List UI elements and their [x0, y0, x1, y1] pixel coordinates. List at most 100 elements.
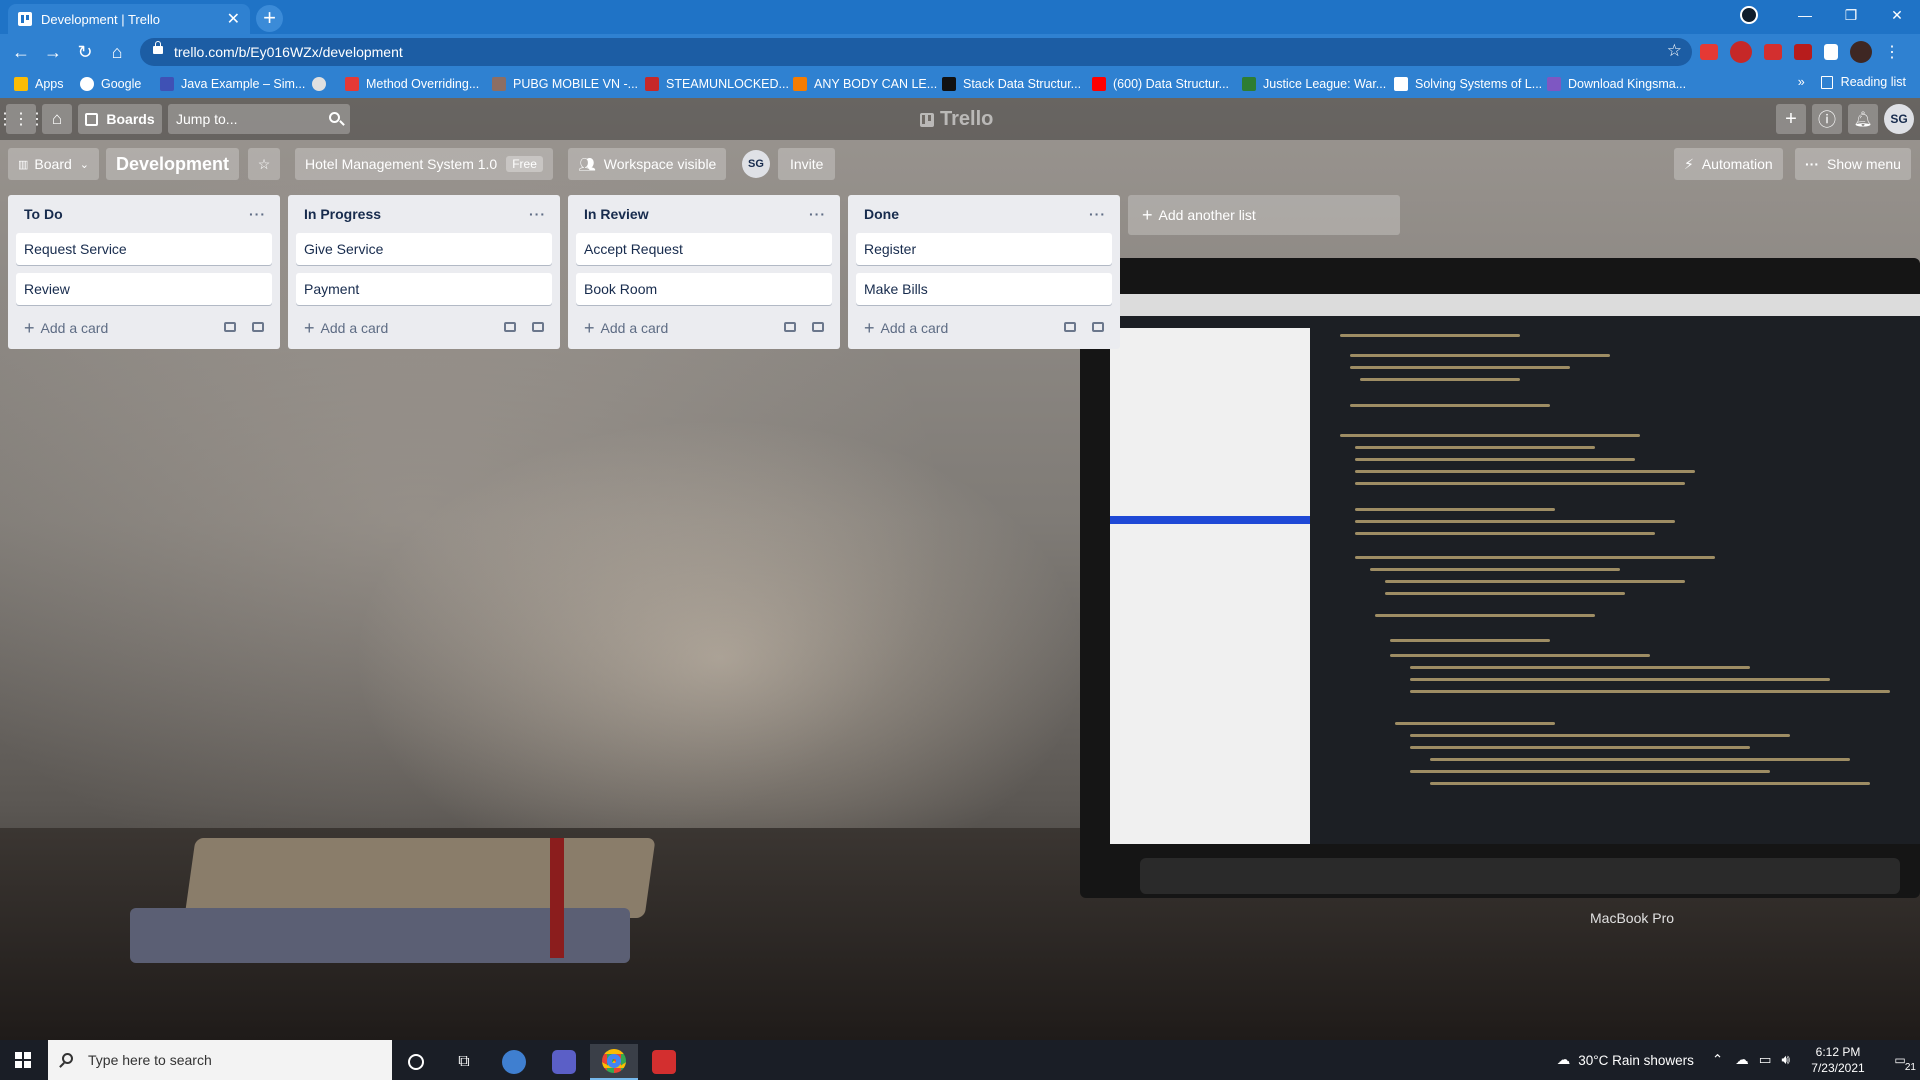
list-header[interactable]: To Do ··· [16, 195, 272, 233]
weather-text[interactable]: 30°C Rain showers [1578, 1053, 1694, 1068]
add-card-button[interactable]: + Add a card [16, 313, 272, 343]
visibility-button[interactable]: 👥︎ Workspace visible [568, 148, 727, 180]
forward-arrow-icon[interactable]: → [40, 39, 66, 65]
create-from-template-icon[interactable] [812, 322, 824, 332]
browser-tab-active[interactable]: Development | Trello ✕ [8, 4, 250, 34]
extension-icon[interactable] [1794, 44, 1812, 60]
card-template-icon[interactable] [504, 322, 516, 332]
card[interactable]: Payment [296, 273, 552, 305]
invite-button[interactable]: Invite [778, 148, 836, 180]
bookmark-any-body-can-learn[interactable]: ANY BODY CAN LE... [793, 75, 937, 93]
extension-icon[interactable] [1764, 44, 1782, 60]
avatar[interactable] [1850, 41, 1872, 63]
chevron-up-icon[interactable]: ⌃ [1712, 1052, 1723, 1068]
onedrive-cloud-icon[interactable]: ☁︎ [1735, 1052, 1749, 1068]
list-menu-icon[interactable]: ··· [249, 206, 266, 222]
create-button[interactable]: + [1776, 104, 1806, 134]
bookmark-steamunlocked[interactable]: STEAMUNLOCKED... [645, 75, 789, 93]
card[interactable]: Make Bills [856, 273, 1112, 305]
bookmark-justice-league[interactable]: Justice League: War... [1242, 75, 1386, 93]
bookmark-apps[interactable]: Apps [14, 75, 64, 93]
card[interactable]: Book Room [576, 273, 832, 305]
extension-icon[interactable] [1700, 44, 1718, 60]
network-icon[interactable]: ▭ [1759, 1052, 1772, 1068]
bookmark-youtube-data-structure[interactable]: (600) Data Structur... [1092, 75, 1229, 93]
bookmark-method-overriding[interactable]: Method Overriding... [345, 75, 479, 93]
taskbar-search-input[interactable]: Type here to search [48, 1040, 392, 1080]
add-card-button[interactable]: + Add a card [576, 313, 832, 343]
chrome-taskbar-button[interactable] [590, 1044, 638, 1080]
taskbar-app-button[interactable] [490, 1044, 538, 1080]
more-vertical-icon[interactable]: ⋮ [1884, 42, 1900, 62]
list-header[interactable]: In Progress ··· [296, 195, 552, 233]
bookmark-solving-systems[interactable]: Solving Systems of L... [1394, 75, 1542, 93]
list-menu-icon[interactable]: ··· [809, 206, 826, 222]
bookmark-star-icon[interactable]: ☆ [1667, 41, 1682, 61]
new-tab-button[interactable]: + [256, 5, 283, 32]
create-from-template-icon[interactable] [252, 322, 264, 332]
info-button[interactable]: ⓘ [1812, 104, 1842, 134]
tab-close-icon[interactable]: ✕ [227, 9, 240, 29]
jump-to-search[interactable]: Jump to... [168, 104, 350, 134]
taskbar-app-button[interactable] [640, 1044, 688, 1080]
card-template-icon[interactable] [1064, 322, 1076, 332]
card[interactable]: Accept Request [576, 233, 832, 265]
restore-button[interactable]: ❐ [1828, 7, 1874, 24]
url-field[interactable]: trello.com/b/Ey016WZx/development ☆ [140, 38, 1692, 66]
bookmark-google[interactable]: Google [80, 75, 141, 93]
bookmarks-overflow-icon[interactable]: » [1798, 75, 1805, 89]
board-title[interactable]: Development [106, 148, 240, 180]
weather-cloud-icon[interactable]: ☁︎ [1557, 1052, 1571, 1068]
star-board-button[interactable]: ☆ [248, 148, 280, 180]
add-card-button[interactable]: + Add a card [856, 313, 1112, 343]
card-template-icon[interactable] [784, 322, 796, 332]
user-avatar[interactable]: SG [1884, 104, 1914, 134]
create-from-template-icon[interactable] [1092, 322, 1104, 332]
reading-list-button[interactable]: Reading list [1841, 75, 1906, 89]
add-another-list-button[interactable]: + Add another list [1128, 195, 1400, 235]
app-switcher-button[interactable]: ⋮⋮⋮ [0, 104, 45, 134]
member-avatar[interactable]: SG [742, 150, 770, 178]
list-header[interactable]: In Review ··· [576, 195, 832, 233]
cortana-button[interactable] [392, 1044, 440, 1080]
notification-center-button[interactable]: ▭ 21 [1880, 1053, 1920, 1073]
home-icon[interactable]: ⌂ [104, 39, 130, 65]
card[interactable]: Review [16, 273, 272, 305]
site-icon [793, 77, 807, 91]
profile-search-icon[interactable] [1740, 6, 1758, 24]
clock[interactable]: 6:12 PM 7/23/2021 [1796, 1044, 1880, 1076]
card[interactable]: Give Service [296, 233, 552, 265]
bookmark-download-kingsman[interactable]: Download Kingsma... [1547, 75, 1686, 93]
workspace-button[interactable]: Hotel Management System 1.0 Free [295, 148, 553, 180]
show-menu-button[interactable]: ··· Show menu [1795, 148, 1911, 180]
puzzle-icon[interactable] [1824, 44, 1838, 60]
automation-button[interactable]: ⚡︎ Automation [1674, 148, 1783, 180]
board-view-switcher[interactable]: ▥ Board ⌄ [8, 148, 99, 180]
teams-taskbar-button[interactable] [540, 1044, 588, 1080]
notifications-button[interactable]: 🔔︎ [1848, 104, 1878, 134]
url-text: trello.com/b/Ey016WZx/development [174, 44, 403, 60]
list-menu-icon[interactable]: ··· [529, 206, 546, 222]
card[interactable]: Request Service [16, 233, 272, 265]
volume-icon[interactable]: 🔊︎ [1781, 1052, 1790, 1068]
bookmark-java-example[interactable]: Java Example – Sim... [160, 75, 305, 93]
windows-start-icon[interactable] [15, 1052, 31, 1068]
reload-icon[interactable]: ↻ [72, 39, 98, 65]
trello-logo[interactable]: Trello [920, 108, 993, 131]
close-window-button[interactable]: ✕ [1874, 7, 1920, 24]
extension-icon[interactable] [1730, 41, 1752, 63]
task-view-button[interactable]: ⧉ [440, 1044, 488, 1080]
card[interactable]: Register [856, 233, 1112, 265]
add-card-button[interactable]: + Add a card [296, 313, 552, 343]
back-arrow-icon[interactable]: ← [8, 39, 34, 65]
list-menu-icon[interactable]: ··· [1089, 206, 1106, 222]
minimize-button[interactable]: — [1782, 7, 1828, 23]
card-template-icon[interactable] [224, 322, 236, 332]
list-header[interactable]: Done ··· [856, 195, 1112, 233]
bookmark-pubg[interactable]: PUBG MOBILE VN -... [492, 75, 638, 93]
create-from-template-icon[interactable] [532, 322, 544, 332]
boards-button[interactable]: Boards [78, 104, 162, 134]
bookmark-stack-data-structure[interactable]: Stack Data Structur... [942, 75, 1081, 93]
bookmark-globe[interactable] [312, 75, 333, 93]
home-button[interactable]: ⌂ [42, 104, 72, 134]
